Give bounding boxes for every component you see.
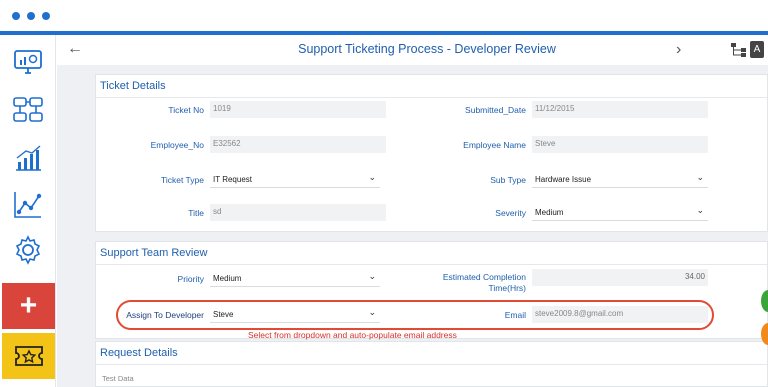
page-header: ← Support Ticketing Process - Developer … [57,35,768,65]
workflow-icon [13,97,43,122]
sub-type-label: Sub Type [490,175,526,185]
test-data-text: Test Data [102,374,134,383]
priority-select[interactable]: Medium ⌄ [210,270,380,287]
chevron-down-icon: ⌄ [696,205,704,215]
panel-title: Request Details [100,347,178,359]
ticket-details-panel: Ticket Details Ticket No 1019 Submitted_… [95,74,768,232]
estimated-completion-label-line: Time(Hrs) [488,283,526,293]
estimated-completion-label: Estimated Completion Time(Hrs) [416,272,526,294]
panel-title: Support Team Review [100,247,208,259]
sub-type-select[interactable]: Hardware Issue ⌄ [532,171,708,188]
ticket-no-field[interactable]: 1019 [210,101,386,118]
ticket-type-label: Ticket Type [161,175,204,185]
divider [96,364,767,365]
chevron-down-icon: ⌄ [696,172,704,182]
plus-icon: + [19,289,38,322]
line-chart-icon [14,192,42,218]
priority-label: Priority [177,274,204,284]
window-dot-icon[interactable] [12,12,20,20]
divider [96,264,767,265]
chevron-down-icon: ⌄ [368,172,376,182]
severity-select[interactable]: Medium ⌄ [532,204,708,221]
chevron-down-icon: ⌄ [368,271,376,281]
annotation-text: Select from dropdown and auto-populate e… [248,330,457,340]
employee-name-field[interactable]: Steve [532,136,708,153]
sidebar: + [0,35,56,387]
green-status-dot[interactable] [761,290,768,312]
employee-no-label: Employee_No [150,140,204,150]
request-details-panel: Request Details Test Data [95,341,768,387]
ticket-no-label: Ticket No [168,105,204,115]
window-dot-icon[interactable] [27,12,35,20]
window-controls [12,12,50,20]
submitted-date-label: Submitted_Date [465,105,526,115]
sidebar-item-settings[interactable] [0,227,56,273]
sidebar-item-analytics[interactable] [0,181,56,227]
severity-label: Severity [495,208,526,218]
window-dot-icon[interactable] [42,12,50,20]
bar-chart-icon [16,145,41,171]
employee-name-label: Employee Name [463,140,526,150]
title-field[interactable]: sd [210,204,386,221]
ticket-star-icon [14,346,43,366]
add-button[interactable]: + [2,283,55,329]
employee-no-field[interactable]: E32562 [210,136,386,153]
estimated-completion-field[interactable]: 34.00 [532,269,708,286]
page-title: Support Ticketing Process - Developer Re… [298,42,556,56]
gear-icon [15,235,41,265]
pdf-icon[interactable]: A [750,41,764,58]
orange-status-dot[interactable] [761,323,768,345]
submitted-date-field[interactable]: 11/12/2015 [532,101,708,118]
divider [96,97,767,98]
ticket-type-value: IT Request [213,175,252,184]
monitor-chart-icon [14,50,42,74]
forward-chevron-icon[interactable]: › [676,41,681,59]
window-titlebar [0,0,768,31]
sidebar-item-workflow[interactable] [0,87,56,133]
priority-value: Medium [213,274,242,283]
sidebar-item-reports[interactable] [0,135,56,181]
hierarchy-icon[interactable] [731,43,747,57]
title-label: Title [188,208,204,218]
annotation-oval [116,300,714,330]
ticket-type-select[interactable]: IT Request ⌄ [210,171,380,188]
severity-value: Medium [535,208,564,217]
panel-title: Ticket Details [100,80,166,92]
sidebar-item-dashboard[interactable] [0,39,56,85]
ticket-star-button[interactable] [2,333,55,379]
estimated-completion-label-line: Estimated Completion [442,272,526,282]
sub-type-value: Hardware Issue [535,175,592,184]
